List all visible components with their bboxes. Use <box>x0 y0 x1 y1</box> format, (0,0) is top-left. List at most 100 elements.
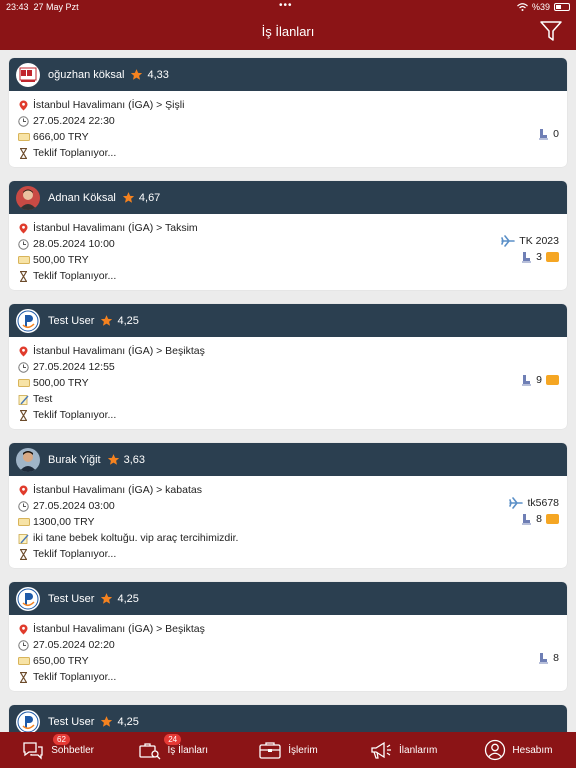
flight-info: tk5678 <box>509 497 559 509</box>
ticket-icon <box>17 133 30 141</box>
user-rating: 4,25 <box>117 314 139 327</box>
avatar <box>16 185 40 210</box>
route: İstanbul Havalimanı (İGA) > Beşiktaş <box>33 345 205 357</box>
p-logo-icon <box>17 711 39 732</box>
note-icon <box>17 394 30 405</box>
luggage-icon <box>546 252 559 262</box>
avatar <box>16 586 40 611</box>
seat-count: 8 <box>536 513 542 525</box>
job-card[interactable]: oğuzhan köksal 4,33 İstanbul Havalimanı … <box>9 58 567 167</box>
ticket-icon <box>17 518 30 526</box>
status-bar: 23:43 27 May Pzt ••• %39 <box>0 0 576 14</box>
user-name: Test User <box>48 592 95 605</box>
p-logo-icon <box>17 588 39 609</box>
star-icon <box>122 192 135 203</box>
status-date: 27 May Pzt <box>33 2 79 12</box>
hourglass-icon <box>17 147 30 159</box>
price: 650,00 TRY <box>33 655 89 667</box>
tab-islerim[interactable]: İşlerim <box>230 732 345 768</box>
clock-icon <box>17 361 30 373</box>
chat-icon <box>23 742 43 760</box>
account-icon <box>485 739 506 761</box>
price: 1300,00 TRY <box>33 516 95 528</box>
location-pin-icon <box>17 624 30 635</box>
tab-label: İşlerim <box>288 744 318 756</box>
tab-ilanlarim[interactable]: İlanlarım <box>346 732 461 768</box>
user-name: Test User <box>48 314 95 327</box>
star-icon <box>131 69 143 80</box>
seat-icon <box>522 252 532 263</box>
seat-icon <box>522 514 532 525</box>
card-body: İstanbul Havalimanı (İGA) > Beşiktaş 27.… <box>9 337 567 429</box>
datetime: 27.05.2024 22:30 <box>33 115 115 127</box>
flight-number: TK 2023 <box>519 235 559 247</box>
avatar <box>16 62 40 87</box>
tab-hesabim[interactable]: Hesabım <box>461 732 576 768</box>
seat-info: 9 <box>520 374 559 386</box>
card-header: Adnan Köksal 4,67 <box>9 181 567 214</box>
datetime: 27.05.2024 02:20 <box>33 639 115 651</box>
seat-count: 3 <box>536 251 542 263</box>
airplane-icon <box>501 235 516 247</box>
route: İstanbul Havalimanı (İGA) > Şişli <box>33 99 185 111</box>
status-text: Teklif Toplanıyor... <box>33 147 117 159</box>
jobs-badge: 24 <box>164 734 182 745</box>
luggage-icon <box>546 375 559 385</box>
user-name: Burak Yiğit <box>48 453 101 466</box>
status-text: Teklif Toplanıyor... <box>33 270 117 282</box>
hourglass-icon <box>17 548 30 560</box>
star-icon <box>107 454 119 465</box>
company-logo-icon <box>19 67 37 82</box>
job-card[interactable]: Test User 4,25 İstanbul Havalimanı (İGA)… <box>9 582 567 691</box>
flight-info: TK 2023 <box>501 235 559 247</box>
tab-label: Sohbetler <box>51 744 94 756</box>
user-name: oğuzhan köksal <box>48 68 125 81</box>
location-pin-icon <box>17 223 30 234</box>
card-header: oğuzhan köksal 4,33 <box>9 58 567 91</box>
briefcase-icon <box>259 742 281 759</box>
luggage-icon <box>546 514 559 524</box>
location-pin-icon <box>17 346 30 357</box>
seat-info: 3 <box>520 251 559 263</box>
user-rating: 3,63 <box>123 453 146 466</box>
flight-number: tk5678 <box>527 497 559 509</box>
app-header: İş İlanları <box>0 14 576 50</box>
battery-percent: %39 <box>531 2 550 12</box>
p-logo-icon <box>17 310 39 331</box>
hourglass-icon <box>17 270 30 282</box>
wifi-icon <box>517 3 528 11</box>
user-rating: 4,67 <box>138 191 161 204</box>
status-text: Teklif Toplanıyor... <box>33 671 117 683</box>
person-photo-icon <box>19 189 37 210</box>
tab-sohbetler[interactable]: 62 Sohbetler <box>0 732 115 768</box>
avatar <box>16 709 40 734</box>
tab-is-ilanlari[interactable]: 24 İş İlanları <box>115 732 230 768</box>
filter-icon[interactable] <box>540 20 562 42</box>
page-title: İş İlanları <box>261 24 315 39</box>
seat-info: 8 <box>537 652 559 664</box>
location-pin-icon <box>17 100 30 111</box>
card-header: Burak Yiğit 3,63 <box>9 443 567 476</box>
seat-info: 8 <box>520 513 559 525</box>
megaphone-icon <box>371 741 392 759</box>
seat-count: 0 <box>553 128 559 140</box>
card-body: İstanbul Havalimanı (İGA) > Taksim 28.05… <box>9 214 567 290</box>
seat-info: 0 <box>537 128 559 140</box>
ticket-icon <box>17 657 30 665</box>
job-card[interactable]: Test User 4,25 İstanbul Havalimanı (İGA)… <box>9 304 567 429</box>
status-time: 23:43 <box>6 2 29 12</box>
status-text: Teklif Toplanıyor... <box>33 409 117 421</box>
job-card[interactable]: Adnan Köksal 4,67 İstanbul Havalimanı (İ… <box>9 181 567 290</box>
card-header: Test User 4,25 <box>9 304 567 337</box>
multitask-dots-icon[interactable]: ••• <box>279 0 293 11</box>
person-photo-icon <box>19 450 37 472</box>
chat-badge: 62 <box>53 734 70 745</box>
clock-icon <box>17 500 30 512</box>
route: İstanbul Havalimanı (İGA) > Beşiktaş <box>33 623 205 635</box>
seat-count: 9 <box>536 374 542 386</box>
price: 666,00 TRY <box>33 131 89 143</box>
job-card[interactable]: Burak Yiğit 3,63 İstanbul Havalimanı (İG… <box>9 443 567 568</box>
avatar <box>16 308 40 333</box>
seat-icon <box>539 129 549 140</box>
star-icon <box>101 716 113 727</box>
